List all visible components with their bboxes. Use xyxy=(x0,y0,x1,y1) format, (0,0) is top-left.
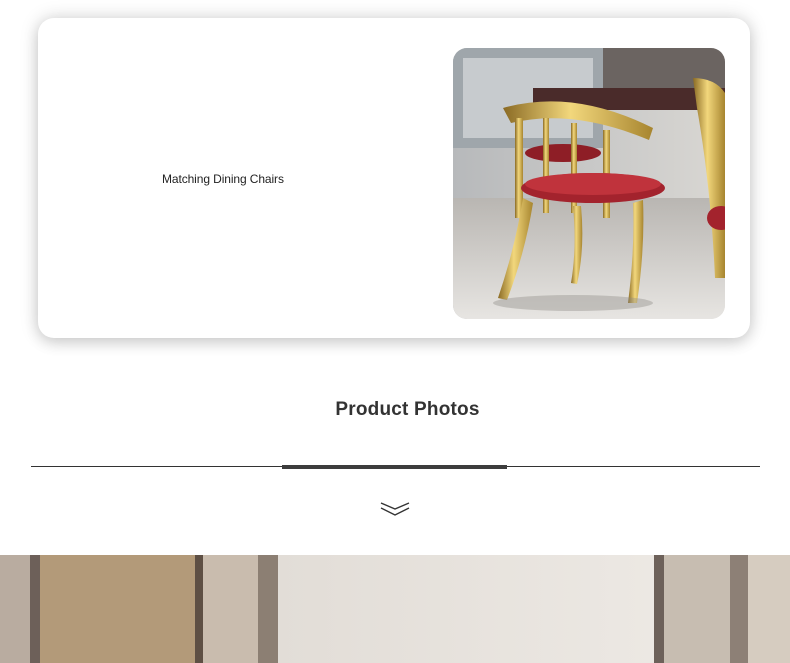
tab-product-photos[interactable]: Product Photos xyxy=(0,399,790,421)
wardrobe-photo xyxy=(0,555,790,663)
chair-photo[interactable] xyxy=(453,48,725,319)
product-photo-banner[interactable] xyxy=(0,555,790,663)
chair-illustration xyxy=(453,48,725,319)
product-card: Matching Dining Chairs xyxy=(38,18,750,338)
active-tab-indicator xyxy=(282,465,507,469)
double-chevron-down-icon[interactable] xyxy=(380,500,410,518)
card-label: Matching Dining Chairs xyxy=(162,172,284,186)
